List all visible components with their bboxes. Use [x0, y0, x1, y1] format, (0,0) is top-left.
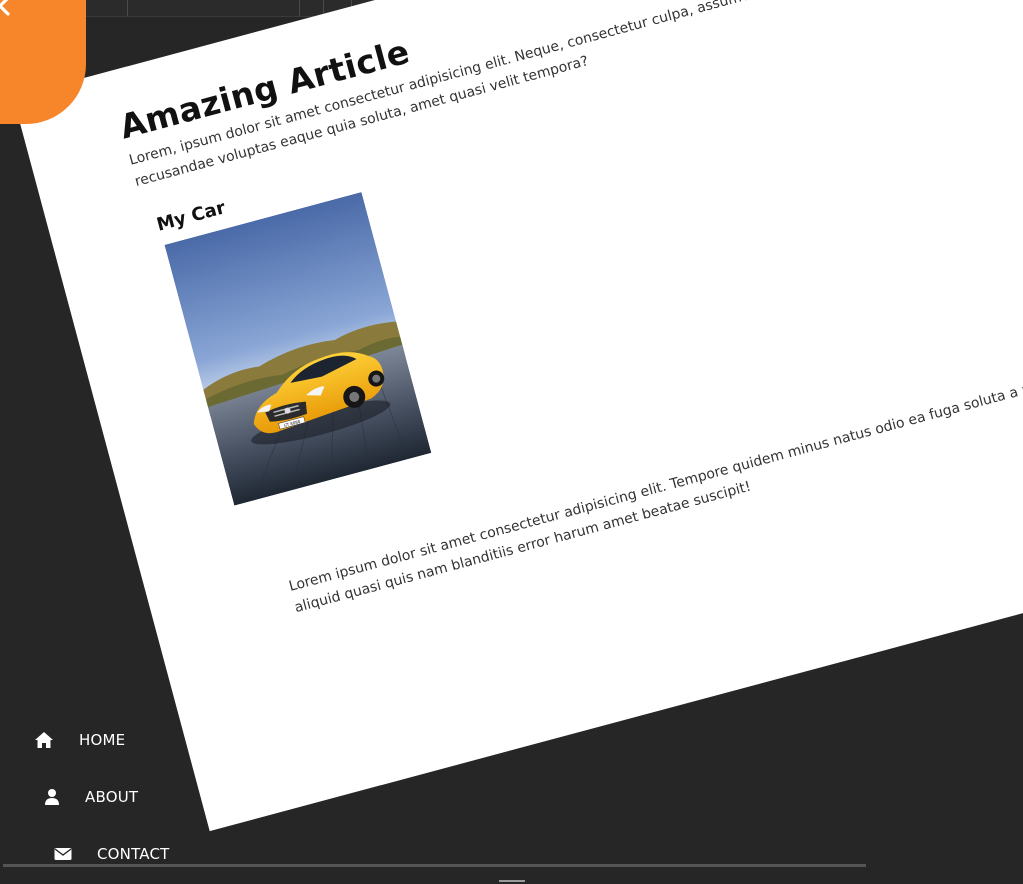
envelope-icon — [52, 845, 74, 863]
horizontal-scrollbar[interactable] — [3, 864, 866, 867]
nav-label-about: ABOUT — [85, 788, 139, 806]
nav-label-contact: CONTACT — [97, 845, 170, 863]
resize-handle[interactable] — [499, 880, 525, 882]
home-icon — [33, 731, 55, 749]
nav-item-about[interactable]: ABOUT — [41, 782, 138, 812]
nav-item-home[interactable]: HOME — [33, 725, 125, 755]
car-image: GT 8888 — [164, 192, 432, 506]
close-icon[interactable] — [0, 0, 12, 18]
toolbar-separator — [299, 0, 300, 16]
article-content: Amazing Article Lorem, ipsum dolor sit a… — [13, 0, 1023, 831]
nav-label-home: HOME — [79, 731, 126, 749]
toolbar-separator — [127, 0, 128, 16]
article-page: Amazing Article Lorem, ipsum dolor sit a… — [13, 0, 1023, 832]
user-icon — [41, 788, 63, 806]
car-photo: GT 8888 — [164, 192, 432, 506]
